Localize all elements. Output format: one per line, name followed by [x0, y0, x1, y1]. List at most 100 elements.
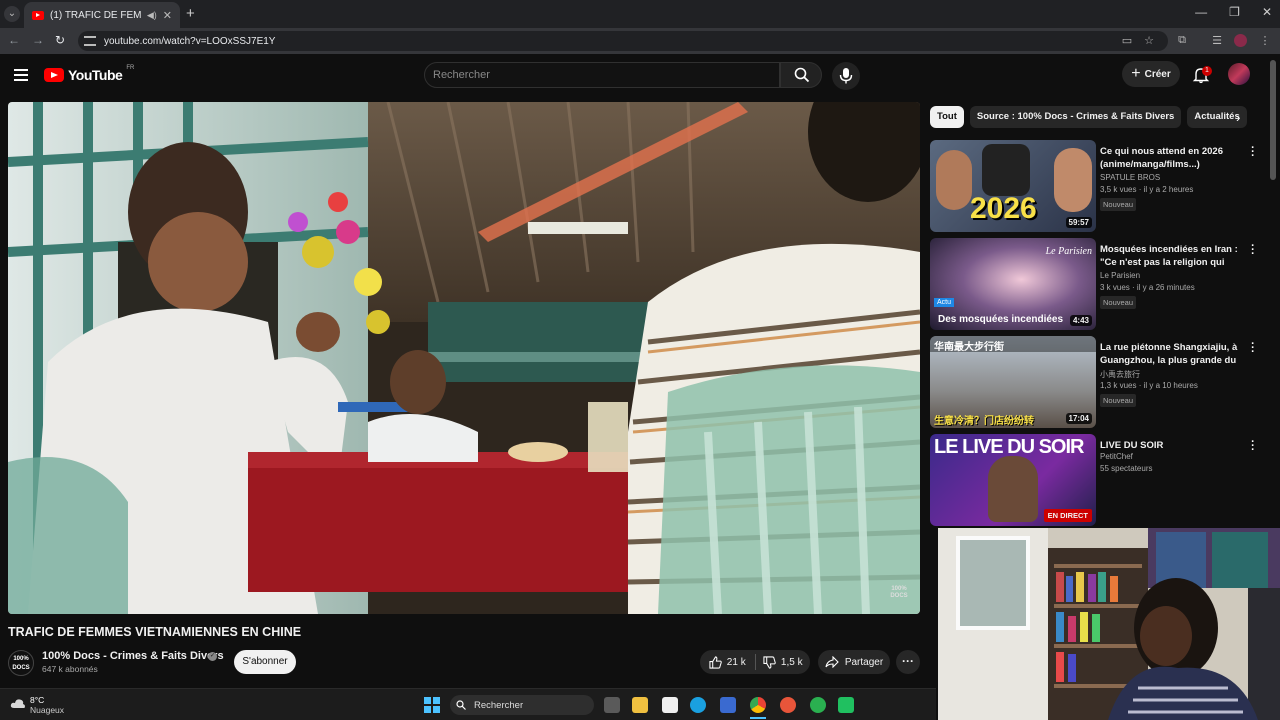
taskbar-search[interactable]: Rechercher: [450, 695, 594, 715]
active-app-indicator: [750, 717, 766, 719]
recommendation-title[interactable]: La rue piétonne Shangxiajiu, à Guangzhou…: [1100, 342, 1240, 367]
channel-watermark: 100% DOCS: [890, 586, 908, 599]
video-thumbnail[interactable]: Actu Le Parisien Des mosquées incendiées…: [930, 238, 1096, 330]
tab-search-icon[interactable]: ⌄: [4, 6, 20, 22]
youtube-logo[interactable]: YouTube FR: [44, 65, 134, 83]
more-actions-button[interactable]: ···: [896, 650, 920, 674]
firefox-icon[interactable]: [780, 697, 796, 713]
youtube-play-icon: [44, 68, 64, 82]
windows-start-icon[interactable]: [424, 697, 440, 713]
chip-all[interactable]: Tout: [930, 106, 964, 128]
reading-list-icon[interactable]: ☰: [1210, 34, 1224, 48]
more-options-icon[interactable]: · · ·: [1250, 339, 1256, 358]
edge-icon[interactable]: [690, 697, 706, 713]
more-options-icon[interactable]: · · ·: [1250, 437, 1256, 456]
video-duration: 59:57: [1065, 217, 1092, 228]
video-thumbnail[interactable]: LE LIVE DU SOIR EN DIRECT: [930, 434, 1096, 526]
search-button[interactable]: [780, 62, 822, 88]
share-button[interactable]: Partager: [818, 650, 890, 674]
audio-icon[interactable]: ◀︎): [147, 10, 157, 21]
video-thumbnail[interactable]: 华南最大步行街 生意冷清？门店纷纷转 17:04: [930, 336, 1096, 428]
thumbnail-text: Des mosquées incendiées: [938, 314, 1064, 325]
share-icon: [825, 656, 839, 668]
sidebar-scrollbar[interactable]: [1270, 60, 1276, 180]
recommendation-channel[interactable]: SPATULE BROS: [1100, 173, 1160, 182]
search-icon: [456, 700, 466, 710]
minimize-icon[interactable]: —: [1195, 5, 1207, 19]
thumbnail-character: [982, 144, 1030, 196]
recommendation-meta: 3 k vues · il y a 26 minutes: [1100, 283, 1195, 292]
taskbar-search-label: Rechercher: [474, 699, 524, 711]
recommendation-card[interactable]: Actu Le Parisien Des mosquées incendiées…: [930, 238, 1260, 330]
video-thumbnail[interactable]: 2026 59:57: [930, 140, 1096, 232]
more-options-icon[interactable]: · · ·: [1250, 143, 1256, 162]
bookmark-star-icon[interactable]: ☆: [1142, 34, 1156, 48]
recommendation-channel[interactable]: Le Parisien: [1100, 271, 1140, 280]
recommendation-card[interactable]: LE LIVE DU SOIR EN DIRECT LIVE DU SOIR P…: [930, 434, 1260, 526]
chrome-icon[interactable]: [750, 697, 766, 713]
account-avatar[interactable]: [1228, 63, 1250, 85]
back-icon[interactable]: ←: [8, 33, 20, 47]
store-icon[interactable]: [720, 697, 736, 713]
dislike-button[interactable]: 1,5 k: [756, 655, 811, 669]
chip-source[interactable]: Source : 100% Docs - Crimes & Faits Dive…: [969, 106, 1182, 128]
notepad-icon[interactable]: [662, 697, 678, 713]
url-text: youtube.com/watch?v=LOOxSSJ7E1Y: [104, 35, 276, 47]
youtube-favicon-icon: [32, 10, 44, 20]
share-label: Partager: [844, 656, 884, 668]
more-options-icon[interactable]: · · ·: [1250, 241, 1256, 260]
thumbnail-person: [988, 456, 1038, 522]
like-dislike-bar: 21 k 1,5 k: [700, 650, 810, 674]
recommendation-card[interactable]: 2026 59:57 Ce qui nous attend en 2026 (a…: [930, 140, 1260, 232]
video-player[interactable]: 100% DOCS: [8, 102, 920, 614]
extensions-icon[interactable]: ⧉: [1175, 34, 1189, 48]
thumbnail-text: 2026: [970, 192, 1037, 225]
recommendation-channel[interactable]: PetitChef: [1100, 452, 1133, 461]
new-tab-button[interactable]: +: [186, 5, 195, 22]
video-duration: 4:43: [1069, 315, 1092, 326]
address-bar[interactable]: youtube.com/watch?v=LOOxSSJ7E1Y: [78, 31, 1168, 51]
subscribe-button[interactable]: S'abonner: [234, 650, 296, 674]
hamburger-menu-icon[interactable]: [14, 69, 28, 81]
create-label: Créer: [1144, 68, 1171, 80]
verified-check-icon: ✓: [208, 652, 217, 661]
site-info-icon[interactable]: [84, 36, 96, 46]
tab-title: (1) TRAFIC DE FEMMES VIE: [50, 9, 141, 21]
restore-icon[interactable]: ❐: [1229, 5, 1240, 19]
profile-icon[interactable]: [1234, 34, 1247, 47]
browser-tab-strip: ⌄ (1) TRAFIC DE FEMMES VIE ◀︎) ✕ + — ❐ ✕: [0, 0, 1280, 28]
close-window-icon[interactable]: ✕: [1262, 5, 1272, 19]
thumbnail-brand: Le Parisien: [1045, 246, 1092, 257]
reload-icon[interactable]: ↻: [55, 33, 65, 47]
app-icon[interactable]: [838, 697, 854, 713]
recommendation-title[interactable]: Mosquées incendiées en Iran : "Ce n'est …: [1100, 244, 1240, 269]
voice-search-button[interactable]: [832, 62, 860, 90]
new-badge: Nouveau: [1100, 394, 1137, 407]
file-explorer-icon[interactable]: [632, 697, 648, 713]
subscriber-count: 647 k abonnés: [42, 664, 98, 674]
microphone-icon: [839, 68, 853, 84]
channel-avatar[interactable]: 100% DOCS: [8, 650, 34, 676]
thumbnail-person: [1054, 148, 1092, 212]
close-tab-icon[interactable]: ✕: [163, 9, 172, 22]
recommendation-title[interactable]: Ce qui nous attend en 2026 (anime/manga/…: [1100, 146, 1240, 171]
task-view-icon[interactable]: [604, 697, 620, 713]
thumbnail-person: [936, 150, 972, 210]
chrome-menu-icon[interactable]: ⋮: [1258, 34, 1272, 48]
thumbnail-tag: Actu: [934, 298, 955, 307]
cast-icon[interactable]: ▭: [1120, 34, 1134, 48]
chevron-right-icon[interactable]: ›: [1236, 110, 1240, 125]
browser-tab[interactable]: (1) TRAFIC DE FEMMES VIE ◀︎) ✕: [24, 2, 180, 28]
recommendation-title[interactable]: LIVE DU SOIR: [1100, 440, 1240, 453]
new-badge: Nouveau: [1100, 296, 1137, 309]
search-input[interactable]: Rechercher: [424, 62, 780, 88]
forward-icon[interactable]: →: [32, 33, 44, 47]
create-button[interactable]: + Créer: [1122, 61, 1180, 87]
plus-icon: +: [1131, 65, 1141, 82]
channel-name[interactable]: 100% Docs - Crimes & Faits Divers: [42, 650, 224, 662]
recommendation-card[interactable]: 华南最大步行街 生意冷清？门店纷纷转 17:04 La rue piétonne…: [930, 336, 1260, 428]
like-button[interactable]: 21 k: [700, 655, 755, 669]
spotify-icon[interactable]: [810, 697, 826, 713]
recommendation-channel[interactable]: 小禹去旅行: [1100, 369, 1140, 380]
new-badge: Nouveau: [1100, 198, 1137, 211]
